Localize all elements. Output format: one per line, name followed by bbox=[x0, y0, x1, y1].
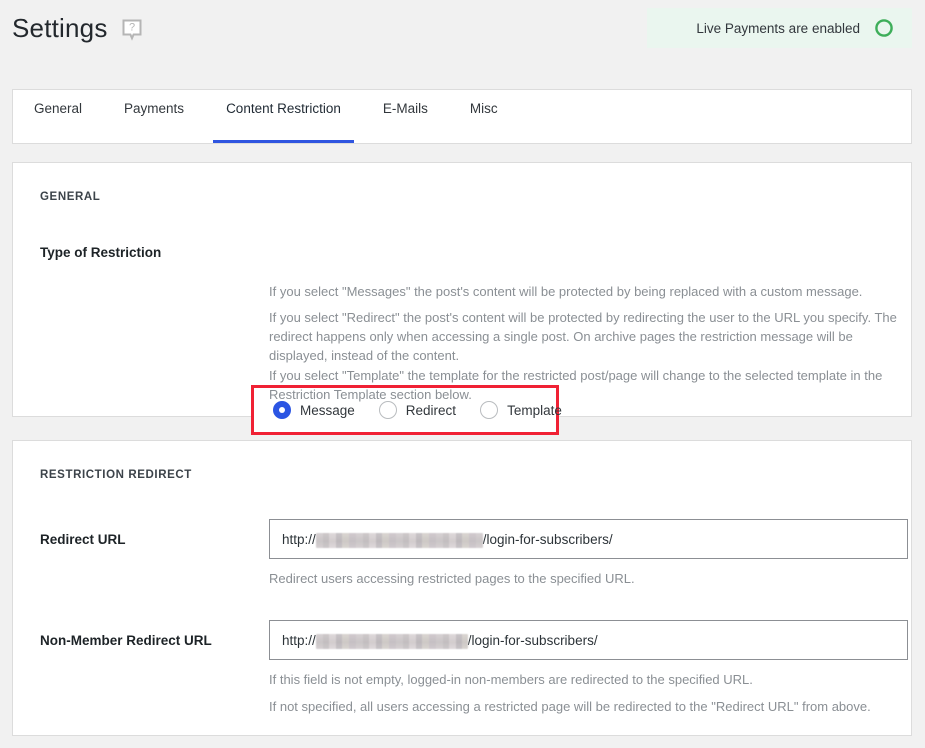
tab-general[interactable]: General bbox=[34, 90, 82, 143]
restriction-description-message: If you select "Messages" the post's cont… bbox=[269, 284, 863, 299]
redirect-url-help-text: Redirect users accessing restricted page… bbox=[269, 571, 635, 586]
redirect-url-value-suffix: /login-for-subscribers/ bbox=[482, 531, 613, 547]
tab-content-restriction[interactable]: Content Restriction bbox=[213, 90, 354, 143]
tab-emails[interactable]: E-Mails bbox=[383, 90, 428, 143]
redirect-url-input[interactable]: http:// /login-for-subscribers/ bbox=[269, 519, 908, 559]
page-title: Settings bbox=[12, 12, 108, 43]
redirect-url-redacted-domain bbox=[315, 532, 483, 548]
restriction-description-template: If you select "Template" the template fo… bbox=[269, 368, 883, 402]
redirect-url-value-prefix: http:// bbox=[282, 531, 316, 547]
non-member-redirect-url-input[interactable]: http:// /login-for-subscribers/ bbox=[269, 620, 908, 660]
type-of-restriction-label: Type of Restriction bbox=[40, 245, 162, 260]
general-section-heading: GENERAL bbox=[40, 191, 101, 203]
radio-redirect-label: Redirect bbox=[405, 402, 457, 418]
tab-payments-label: Payments bbox=[124, 101, 185, 116]
green-circle-icon bbox=[874, 18, 894, 38]
restriction-redirect-heading: RESTRICTION REDIRECT bbox=[40, 469, 192, 481]
non-member-redirect-url-value-suffix: /login-for-subscribers/ bbox=[467, 632, 598, 648]
settings-page: Settings ? Live Payments are enabled Gen… bbox=[0, 0, 925, 748]
non-member-redirect-help-line-2: If not specified, all users accessing a … bbox=[269, 699, 871, 714]
tab-emails-label: E-Mails bbox=[382, 101, 428, 116]
non-member-redirect-url-value-prefix: http:// bbox=[282, 632, 316, 648]
non-member-redirect-url-label: Non-Member Redirect URL bbox=[40, 633, 212, 648]
page-title-group: Settings ? bbox=[12, 12, 146, 44]
radio-message-label: Message bbox=[300, 402, 355, 418]
general-settings-card: GENERAL Type of Restriction Message Redi… bbox=[12, 162, 912, 435]
settings-tabs-card: General Payments Content Restriction E-M… bbox=[12, 89, 912, 144]
non-member-redirect-help-line-1: If this field is not empty, logged-in no… bbox=[269, 672, 753, 687]
help-speech-bubble-icon[interactable]: ? bbox=[118, 16, 146, 44]
live-payments-status-label: Live Payments are enabled bbox=[696, 20, 860, 36]
tab-misc[interactable]: Misc bbox=[470, 90, 498, 143]
radio-template-label: Template bbox=[507, 402, 562, 418]
live-payments-status-badge: Live Payments are enabled bbox=[647, 8, 912, 48]
tab-payments[interactable]: Payments bbox=[124, 90, 184, 143]
redirect-url-label: Redirect URL bbox=[40, 532, 126, 547]
non-member-redirect-url-redacted-domain bbox=[315, 633, 468, 649]
svg-text:?: ? bbox=[128, 22, 134, 34]
tab-general-label: General bbox=[34, 101, 83, 116]
page-header: Settings ? Live Payments are enabled bbox=[0, 0, 925, 72]
tab-content-restriction-label: Content Restriction bbox=[226, 101, 341, 116]
tab-misc-label: Misc bbox=[469, 101, 498, 116]
settings-tabs: General Payments Content Restriction E-M… bbox=[13, 90, 911, 143]
restriction-redirect-card: RESTRICTION REDIRECT Redirect URL http:/… bbox=[12, 440, 912, 736]
restriction-description-redirect: If you select "Redirect" the post's cont… bbox=[269, 310, 897, 363]
